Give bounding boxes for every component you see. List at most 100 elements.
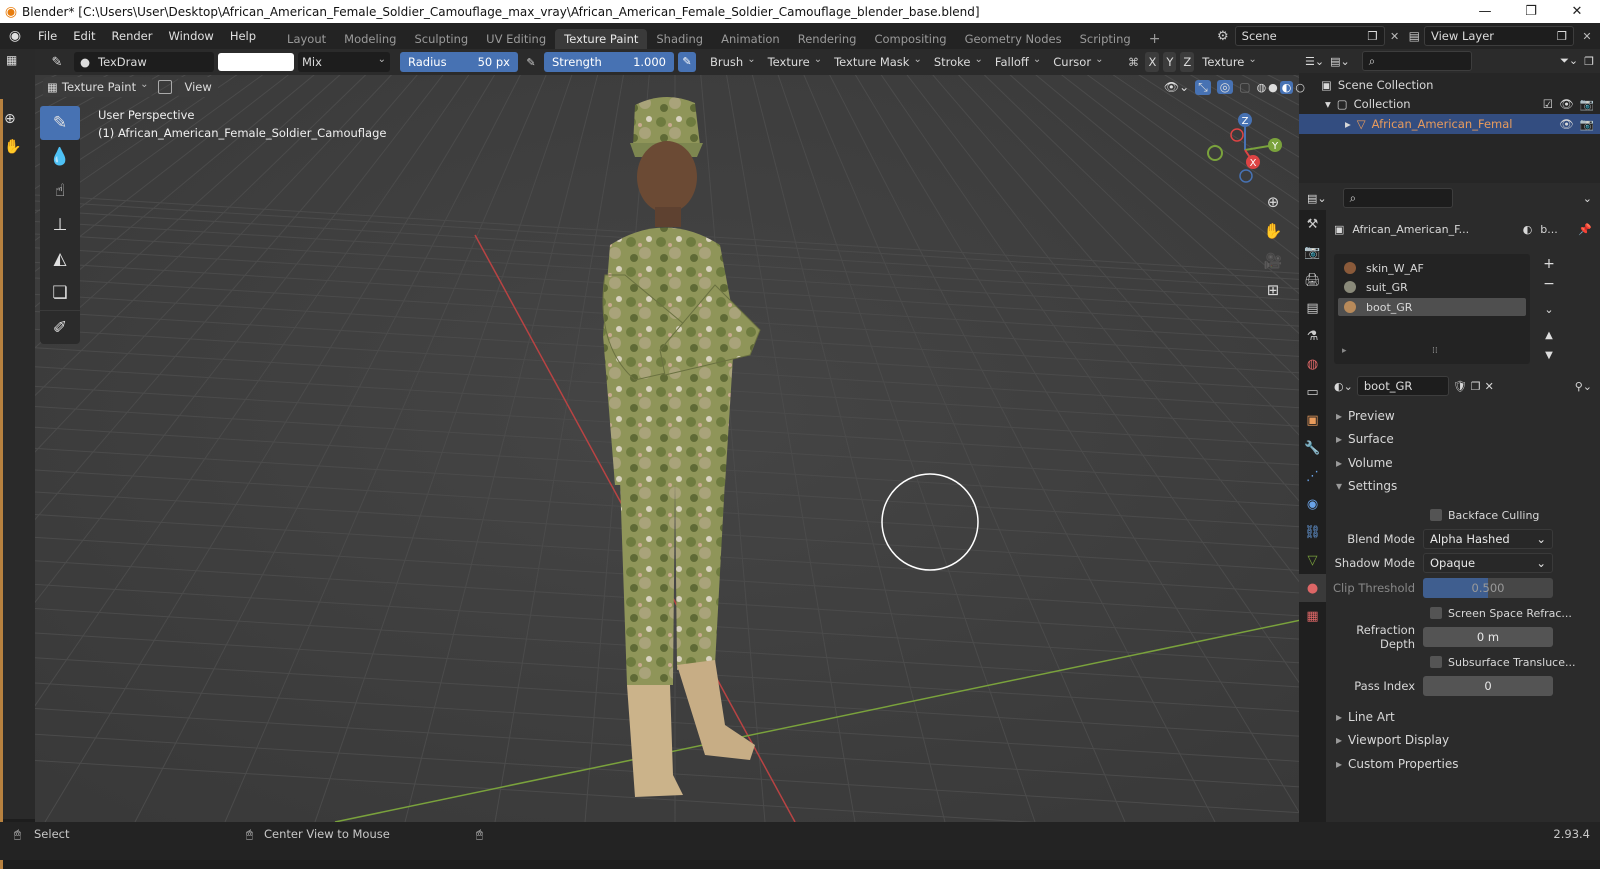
color-swatch[interactable] [218, 53, 294, 71]
browse-material-icon[interactable]: ◐⌄ [1334, 380, 1353, 393]
world-tab-icon[interactable]: ◍ [1299, 350, 1326, 378]
section-custom-properties[interactable]: Custom Properties [1336, 757, 1458, 771]
object-expand-icon[interactable]: ▸ [1345, 117, 1351, 131]
view-layer-icon[interactable]: ▤ [1409, 29, 1420, 43]
menu-file[interactable]: File [30, 23, 65, 49]
particles-tab-icon[interactable]: ⋰ [1299, 462, 1326, 490]
strength-pressure-icon[interactable]: ✎ [678, 52, 696, 72]
outliner-search[interactable]: ⌕ [1361, 51, 1472, 71]
tab-layout[interactable]: Layout [278, 29, 335, 49]
section-surface[interactable]: Surface [1336, 432, 1394, 446]
unlink-material-icon[interactable]: ✕ [1485, 380, 1494, 393]
scene-remove-icon[interactable]: ✕ [1385, 30, 1405, 43]
mode-dropdown[interactable]: ▦ Texture Paint [43, 77, 153, 97]
view-layer-selector[interactable]: View Layer ❐ [1424, 26, 1574, 46]
object-tab-icon[interactable]: ▣ [1299, 406, 1326, 434]
properties-editor-icon[interactable]: ▤⌄ [1307, 192, 1327, 205]
restore-icon[interactable]: ❐ [1508, 0, 1554, 23]
subsurface-translucency-checkbox[interactable] [1430, 656, 1442, 668]
gizmo-toggle-icon[interactable]: ⤡ [1195, 79, 1211, 95]
texture-tab-icon[interactable]: ▦ [1299, 602, 1326, 630]
pass-index-field[interactable]: 0 [1423, 676, 1553, 696]
slot-remove-icon[interactable]: − [1540, 274, 1558, 294]
filter-icon[interactable]: ⏷⌄ [1560, 54, 1578, 68]
properties-options-icon[interactable]: ⌄ [1583, 192, 1592, 205]
tab-compositing[interactable]: Compositing [865, 29, 955, 49]
navigation-gizmo[interactable]: Z Y X [1200, 110, 1290, 190]
material-slot-2[interactable]: boot_GR [1338, 298, 1526, 316]
collection-tab-icon[interactable]: ▭ [1299, 378, 1326, 406]
view-menu[interactable]: View [178, 77, 218, 97]
section-viewport-display[interactable]: Viewport Display [1336, 733, 1449, 747]
paint-mask-icon[interactable] [158, 80, 173, 94]
clone-tool-icon[interactable]: ⊥ [40, 208, 80, 242]
blender-menu-icon[interactable]: ◉ [0, 28, 30, 44]
pan-hand-icon[interactable]: ✋ [4, 139, 21, 155]
texture-menu[interactable]: Texture [764, 52, 827, 72]
clip-threshold-slider[interactable]: 0.500 [1423, 578, 1553, 598]
add-workspace-icon[interactable]: + [1140, 29, 1170, 49]
visibility-icon[interactable]: 👁⌄ [1164, 80, 1189, 94]
outliner-collection[interactable]: ▾ ▢ Collection ☑ 👁 📷 [1299, 94, 1600, 114]
wireframe-shading-icon[interactable]: ◍ [1257, 81, 1267, 94]
tab-animation[interactable]: Animation [712, 29, 789, 49]
slot-move-up-icon[interactable]: ▲ [1540, 326, 1558, 346]
radius-slider[interactable]: Radius 50 px [400, 52, 518, 72]
section-settings[interactable]: Settings [1336, 479, 1397, 493]
modifier-tab-icon[interactable]: 🔧 [1299, 434, 1326, 462]
outliner-scene-collection[interactable]: ▣ Scene Collection [1299, 75, 1600, 95]
tab-modeling[interactable]: Modeling [335, 29, 405, 49]
mask-tool-icon[interactable]: ❏ [40, 276, 80, 310]
soften-tool-icon[interactable]: 💧 [40, 140, 80, 174]
collection-camera-icon[interactable]: 📷 [1580, 97, 1594, 111]
camera-view-icon[interactable]: 🎥 [1262, 250, 1284, 272]
falloff-menu[interactable]: Falloff [991, 52, 1045, 72]
scene-selector[interactable]: Scene ❐ [1234, 26, 1385, 46]
pan-view-icon[interactable]: ✋ [1262, 220, 1284, 242]
fake-user-icon[interactable]: 🛡 [1453, 380, 1467, 393]
mirror-z-toggle[interactable]: Z [1180, 52, 1195, 72]
fill-tool-icon[interactable]: ◭ [40, 242, 80, 276]
object-camera-icon[interactable]: 📷 [1580, 117, 1594, 131]
material-slot-1[interactable]: suit_GR [1338, 278, 1526, 296]
section-preview[interactable]: Preview [1336, 409, 1395, 423]
strength-slider[interactable]: Strength 1.000 [544, 52, 674, 72]
refraction-depth-field[interactable]: 0 m [1423, 627, 1553, 647]
close-icon[interactable]: ✕ [1554, 0, 1600, 23]
solid-shading-icon[interactable]: ● [1268, 81, 1278, 94]
3d-viewport[interactable]: Z Y X [35, 75, 1325, 822]
xray-icon[interactable]: ▢ [1239, 80, 1250, 94]
slot-specials-icon[interactable]: ⌄ [1540, 300, 1558, 320]
tab-shading[interactable]: Shading [647, 29, 712, 49]
output-tab-icon[interactable]: 🖨 [1299, 266, 1326, 294]
ortho-toggle-icon[interactable]: ⊞ [1262, 279, 1284, 301]
menu-edit[interactable]: Edit [65, 23, 103, 49]
shadow-mode-dropdown[interactable]: Opaque ⌄ [1423, 553, 1553, 573]
collection-eye-icon[interactable]: 👁 [1559, 97, 1574, 111]
render-tab-icon[interactable]: 📷 [1299, 238, 1326, 266]
slot-move-down-icon[interactable]: ▼ [1540, 346, 1558, 366]
minimize-icon[interactable]: — [1462, 0, 1508, 23]
smear-tool-icon[interactable]: ☝ [40, 174, 80, 208]
section-volume[interactable]: Volume [1336, 456, 1393, 470]
material-slot-0[interactable]: skin_W_AF [1338, 259, 1526, 277]
texture-mask-menu[interactable]: Texture Mask [830, 52, 926, 72]
tab-geometry-nodes[interactable]: Geometry Nodes [956, 29, 1071, 49]
blend-mode-dropdown[interactable]: Alpha Hashed ⌄ [1423, 529, 1553, 549]
texture-slots-menu[interactable]: Texture [1198, 52, 1257, 72]
brush-selector[interactable]: ● TexDraw [74, 52, 214, 72]
screen-space-refraction-checkbox[interactable] [1430, 607, 1442, 619]
zoom-icon[interactable]: ⊕ [4, 111, 16, 127]
brush-menu[interactable]: Brush [706, 52, 760, 72]
display-mode-icon[interactable]: ▤⌄ [1330, 55, 1350, 68]
menu-help[interactable]: Help [222, 23, 264, 49]
scene-tab-icon[interactable]: ⚗ [1299, 322, 1326, 350]
list-expand-icon[interactable]: ▸ [1342, 346, 1347, 356]
collection-checkbox-icon[interactable]: ☑ [1543, 97, 1553, 111]
soldier-model[interactable] [565, 85, 805, 805]
view-layer-remove-icon[interactable]: ✕ [1578, 30, 1596, 43]
list-resize-handle-icon[interactable]: ⁞⁞ [1432, 346, 1438, 356]
scene-icon[interactable]: ⚙ [1217, 29, 1229, 44]
section-line-art[interactable]: Line Art [1336, 710, 1395, 724]
backface-culling-checkbox[interactable] [1430, 509, 1442, 521]
